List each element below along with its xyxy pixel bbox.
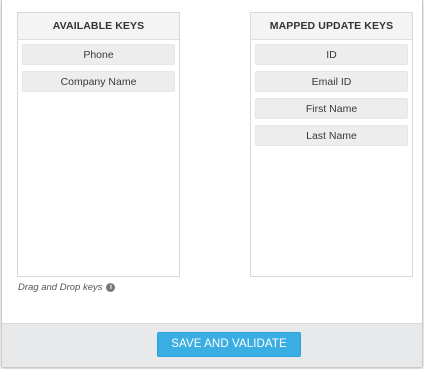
available-keys-panel: AVAILABLE KEYS Phone Company Name [17,12,180,277]
mapped-key-item[interactable]: ID [255,44,408,65]
drag-drop-hint: Drag and Drop keys i [18,282,116,293]
available-key-item[interactable]: Phone [22,44,175,65]
key-mapping-dialog: AVAILABLE KEYS Phone Company Name MAPPED… [1,0,423,368]
dialog-footer: SAVE AND VALIDATE [2,323,422,367]
mapped-keys-panel: MAPPED UPDATE KEYS ID Email ID First Nam… [250,12,413,277]
mapped-key-item[interactable]: Last Name [255,125,408,146]
available-key-item[interactable]: Company Name [22,71,175,92]
mapped-keys-list: ID Email ID First Name Last Name [251,40,412,146]
available-keys-title: AVAILABLE KEYS [18,13,179,40]
mapped-keys-title: MAPPED UPDATE KEYS [251,13,412,40]
info-icon[interactable]: i [106,283,116,292]
available-keys-list: Phone Company Name [18,40,179,92]
mapped-key-item[interactable]: Email ID [255,71,408,92]
mapped-key-item[interactable]: First Name [255,98,408,119]
drag-drop-hint-text: Drag and Drop keys [18,282,103,293]
save-and-validate-button[interactable]: SAVE AND VALIDATE [157,332,301,357]
